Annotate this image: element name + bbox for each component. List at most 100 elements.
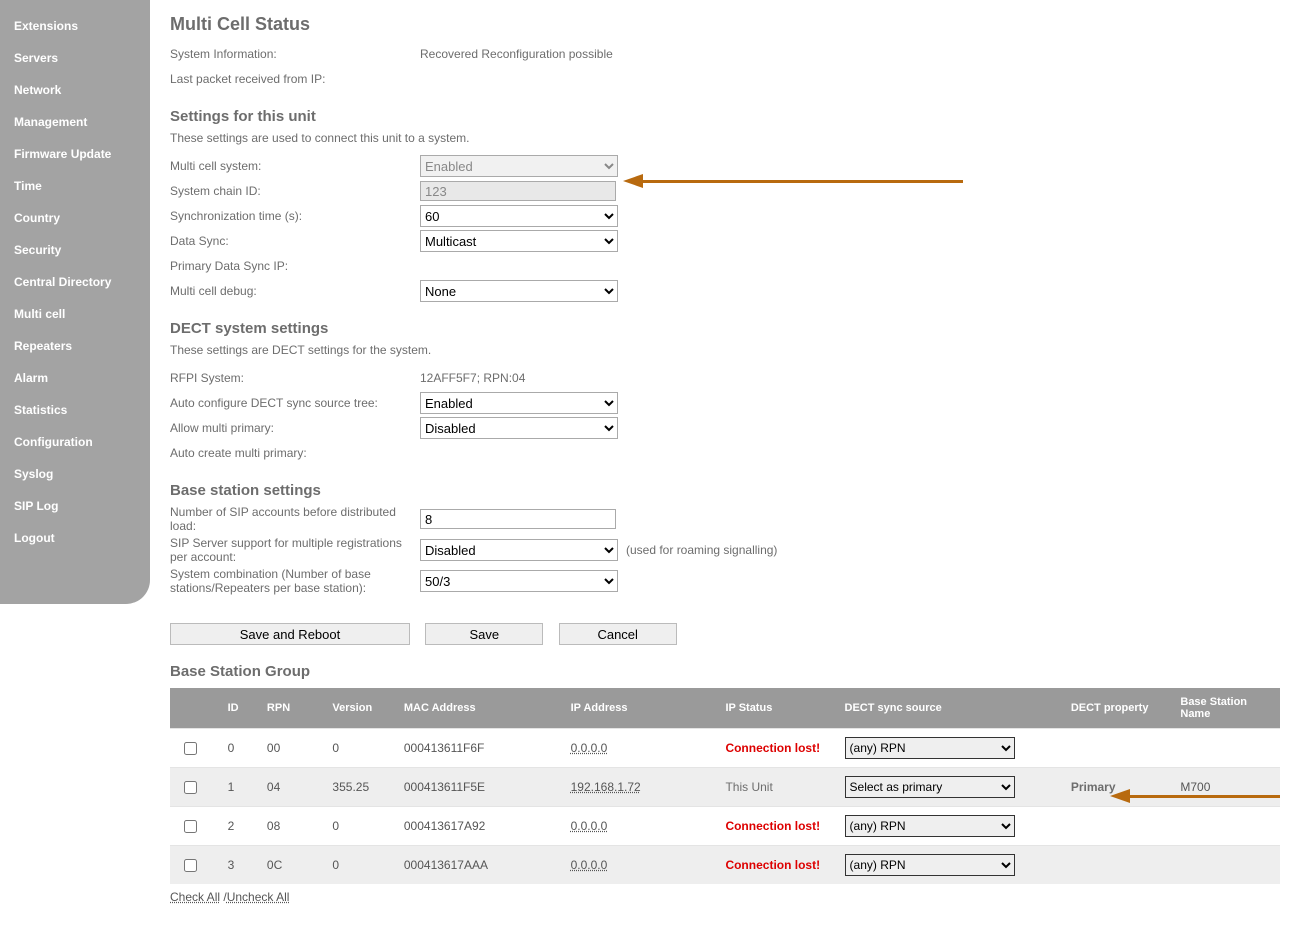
cell-prop (1061, 846, 1171, 885)
sidebar-item-firmware-update[interactable]: Firmware Update (0, 138, 150, 170)
cell-ip: 0.0.0.0 (561, 846, 716, 885)
sync-select[interactable]: 60 (420, 205, 618, 227)
ip-link[interactable]: 0.0.0.0 (571, 741, 608, 755)
settings-desc: These settings are used to connect this … (170, 131, 1280, 145)
settings-title: Settings for this unit (170, 108, 1280, 125)
cell-ip: 0.0.0.0 (561, 807, 716, 846)
button-row: Save and Reboot Save Cancel (170, 623, 1280, 645)
sidebar-item-time[interactable]: Time (0, 170, 150, 202)
sync-label: Synchronization time (s): (170, 209, 420, 223)
sidebar-item-alarm[interactable]: Alarm (0, 362, 150, 394)
lastpkt-label: Last packet received from IP: (170, 72, 420, 86)
row-checkbox[interactable] (184, 742, 197, 755)
sidebar-item-servers[interactable]: Servers (0, 42, 150, 74)
sysinfo-label: System Information: (170, 47, 420, 61)
sidebar-item-sip-log[interactable]: SIP Log (0, 490, 150, 522)
cell-status: Connection lost! (715, 846, 834, 885)
cell-mac: 000413617AAA (394, 846, 561, 885)
sidebar-item-syslog[interactable]: Syslog (0, 458, 150, 490)
th-ver: Version (322, 688, 393, 729)
cell-status: Connection lost! (715, 807, 834, 846)
row-checkbox[interactable] (184, 820, 197, 833)
cell-id: 3 (218, 846, 257, 885)
table-row: 0000000413611F6F0.0.0.0Connection lost!(… (170, 729, 1280, 768)
multi-note: (used for roaming signalling) (626, 543, 777, 557)
datasync-select[interactable]: Multicast (420, 230, 618, 252)
sysinfo-value: Recovered Reconfiguration possible (420, 47, 613, 61)
group-title: Base Station Group (170, 663, 1280, 680)
uncheck-all-link[interactable]: Uncheck All (227, 890, 290, 904)
th-prop: DECT property (1061, 688, 1171, 729)
chain-input[interactable] (420, 181, 616, 201)
save-reboot-button[interactable]: Save and Reboot (170, 623, 410, 645)
sidebar-item-central-directory[interactable]: Central Directory (0, 266, 150, 298)
cell-mac: 000413611F6F (394, 729, 561, 768)
sidebar-item-configuration[interactable]: Configuration (0, 426, 150, 458)
sysinfo-row: System Information: Recovered Reconfigur… (170, 43, 1280, 65)
check-all-link[interactable]: Check All (170, 890, 220, 904)
cell-name (1170, 807, 1280, 846)
th-rpn: RPN (257, 688, 323, 729)
cell-mac: 000413617A92 (394, 807, 561, 846)
cell-rpn: 00 (257, 729, 323, 768)
th-id: ID (218, 688, 257, 729)
ip-link[interactable]: 192.168.1.72 (571, 780, 641, 794)
cell-ver: 0 (322, 729, 393, 768)
sidebar-item-logout[interactable]: Logout (0, 522, 150, 554)
check-link-row: Check All /Uncheck All (170, 890, 1280, 904)
debug-select[interactable]: None (420, 280, 618, 302)
table-row: 30C0000413617AAA 0.0.0.0 Connection lost! (… (170, 846, 1280, 885)
save-button[interactable]: Save (425, 623, 543, 645)
row-checkbox[interactable] (184, 781, 197, 794)
cell-rpn: 08 (257, 807, 323, 846)
cell-ip: 192.168.1.72 (561, 768, 716, 807)
cell-ver: 0 (322, 807, 393, 846)
sidebar-item-statistics[interactable]: Statistics (0, 394, 150, 426)
lastpkt-row: Last packet received from IP: (170, 68, 1280, 90)
combo-label: System combination (Number of base stati… (170, 567, 420, 595)
cell-ver: 0 (322, 846, 393, 885)
cell-ver: 355.25 (322, 768, 393, 807)
sidebar-item-network[interactable]: Network (0, 74, 150, 106)
allow-select[interactable]: Disabled (420, 417, 618, 439)
sip-input[interactable] (420, 509, 616, 529)
cell-id: 0 (218, 729, 257, 768)
th-ipstatus: IP Status (715, 688, 834, 729)
cell-status: Connection lost! (715, 729, 834, 768)
cell-id: 1 (218, 768, 257, 807)
dect-desc: These settings are DECT settings for the… (170, 343, 1280, 357)
cell-name (1170, 846, 1280, 885)
cancel-button[interactable]: Cancel (559, 623, 677, 645)
cell-ip: 0.0.0.0 (561, 729, 716, 768)
cell-prop (1061, 807, 1171, 846)
multi-label: SIP Server support for multiple registra… (170, 536, 420, 564)
sidebar-item-security[interactable]: Security (0, 234, 150, 266)
ip-link[interactable]: 0.0.0.0 (571, 819, 608, 833)
auto-select[interactable]: Enabled (420, 392, 618, 414)
sidebar-item-repeaters[interactable]: Repeaters (0, 330, 150, 362)
multi-select[interactable]: Disabled (420, 539, 618, 561)
base-station-table: ID RPN Version MAC Address IP Address IP… (170, 688, 1280, 884)
ip-link[interactable]: 0.0.0.0 (571, 858, 608, 872)
sep: / (220, 890, 227, 904)
cell-rpn: 0C (257, 846, 323, 885)
th-name: Base Station Name (1170, 688, 1280, 729)
sync-source-select[interactable]: (any) RPN (845, 854, 1015, 876)
cell-prop (1061, 729, 1171, 768)
sync-source-select[interactable]: (any) RPN (845, 737, 1015, 759)
sidebar-item-extensions[interactable]: Extensions (0, 10, 150, 42)
sidebar-item-country[interactable]: Country (0, 202, 150, 234)
sync-source-select[interactable]: Select as primary (845, 776, 1015, 798)
sync-source-select[interactable]: (any) RPN (845, 815, 1015, 837)
mcs-select[interactable]: Enabled (420, 155, 618, 177)
sip-label: Number of SIP accounts before distribute… (170, 505, 420, 533)
chain-label: System chain ID: (170, 184, 420, 198)
annotation-arrow-1 (623, 174, 963, 188)
datasync-label: Data Sync: (170, 234, 420, 248)
sidebar: ExtensionsServersNetworkManagementFirmwa… (0, 0, 150, 604)
th-sync: DECT sync source (835, 688, 1061, 729)
sidebar-item-management[interactable]: Management (0, 106, 150, 138)
sidebar-item-multi-cell[interactable]: Multi cell (0, 298, 150, 330)
row-checkbox[interactable] (184, 859, 197, 872)
combo-select[interactable]: 50/3 (420, 570, 618, 592)
